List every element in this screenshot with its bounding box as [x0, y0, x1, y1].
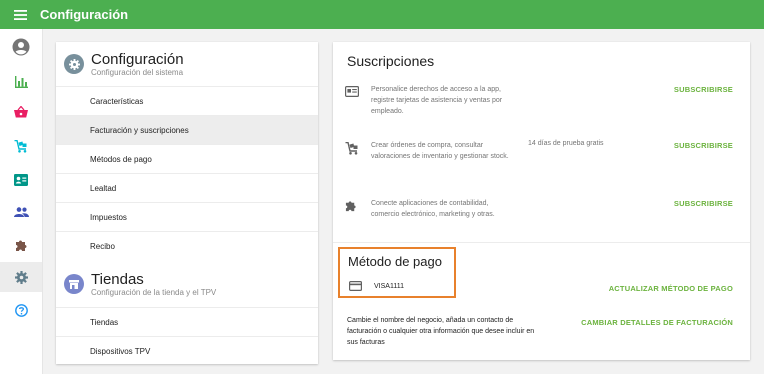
nav-item-receipt[interactable]: Recibo — [56, 231, 318, 260]
change-billing-details-button[interactable]: CAMBIAR DETALLES DE FACTURACIÓN — [581, 318, 733, 327]
nav-rail — [0, 29, 43, 374]
nav-item-pos-devices[interactable]: Dispositivos TPV — [56, 336, 318, 365]
payment-card: VISA1111 — [349, 281, 404, 291]
nav-item-taxes[interactable]: Impuestos — [56, 202, 318, 231]
nav-item-features[interactable]: Características — [56, 86, 318, 115]
menu-button[interactable] — [0, 0, 40, 29]
payment-method-highlight: Método de pago VISA1111 — [338, 247, 456, 298]
puzzle-icon — [15, 240, 26, 251]
trial-label: 14 días de prueba gratis — [528, 140, 604, 147]
nav-item-loyalty[interactable]: Lealtad — [56, 173, 318, 202]
subscribe-employees-button[interactable]: SUBSCRIBIRSE — [674, 85, 733, 94]
stores-section-title: Tiendas — [91, 271, 144, 288]
stores-section-icon-wrap — [64, 274, 84, 294]
nav-item-billing-subscriptions[interactable]: Facturación y suscripciones — [56, 115, 318, 144]
bar-chart-icon — [14, 76, 28, 88]
rail-item-inventory[interactable] — [0, 131, 42, 161]
app-title: Configuración — [40, 7, 129, 22]
rail-item-help[interactable] — [0, 295, 42, 325]
rail-item-customers[interactable] — [0, 165, 42, 195]
nav-item-payment-methods[interactable]: Métodos de pago — [56, 144, 318, 173]
subscriptions-card: Suscripciones Personalice derechos de ac… — [333, 42, 750, 360]
stores-section-subtitle: Configuración de la tienda y el TPV — [91, 288, 217, 297]
store-icon — [69, 279, 79, 289]
billing-description: Cambie el nombre del negocio, añada un c… — [347, 317, 535, 346]
subscription-row-employees: Personalice derechos de acceso a la app,… — [333, 84, 750, 142]
subscription-description: Crear órdenes de compra, consultar valor… — [371, 142, 509, 160]
subscriptions-title: Suscripciones — [347, 53, 435, 69]
gear-icon — [14, 270, 28, 284]
rail-item-sales[interactable] — [0, 97, 42, 127]
puzzle-icon — [345, 201, 356, 212]
credit-card-icon — [349, 281, 362, 291]
settings-nav-card: Configuración Configuración del sistema … — [56, 42, 318, 364]
subscription-description: Conecte aplicaciones de contabilidad, co… — [371, 200, 495, 218]
settings-section-subtitle: Configuración del sistema — [91, 68, 184, 77]
subscription-description: Personalice derechos de acceso a la app,… — [371, 86, 503, 115]
card-label: VISA1111 — [374, 282, 404, 290]
settings-section-title: Configuración — [91, 51, 184, 68]
settings-section-icon-wrap — [64, 54, 84, 74]
stores-section-header: Tiendas Configuración de la tienda y el … — [64, 271, 216, 298]
rail-item-settings[interactable] — [0, 262, 42, 292]
settings-section-header: Configuración Configuración del sistema — [64, 51, 184, 78]
nav-item-stores[interactable]: Tiendas — [56, 307, 318, 336]
basket-icon — [14, 106, 28, 118]
id-card-icon — [14, 174, 28, 186]
account-circle-icon — [12, 38, 30, 56]
payment-method-title: Método de pago — [348, 254, 442, 269]
rail-item-integrations[interactable] — [0, 230, 42, 260]
subscription-row-inventory: Crear órdenes de compra, consultar valor… — [333, 140, 750, 198]
help-circle-icon — [14, 303, 28, 317]
app-bar: Configuración — [0, 0, 764, 29]
subscribe-inventory-button[interactable]: SUBSCRIBIRSE — [674, 141, 733, 150]
subscribe-integrations-button[interactable]: SUBSCRIBIRSE — [674, 199, 733, 208]
gear-icon — [68, 58, 80, 70]
rail-item-reports[interactable] — [0, 67, 42, 97]
rail-item-account[interactable] — [0, 32, 42, 62]
rail-item-employees[interactable] — [0, 197, 42, 227]
divider — [333, 242, 750, 243]
people-icon — [13, 207, 29, 217]
menu-icon — [13, 9, 27, 20]
id-card-icon — [345, 86, 359, 97]
update-payment-method-button[interactable]: ACTUALIZAR MÉTODO DE PAGO — [609, 284, 733, 293]
inventory-cart-icon — [345, 142, 358, 155]
inventory-cart-icon — [14, 139, 27, 153]
